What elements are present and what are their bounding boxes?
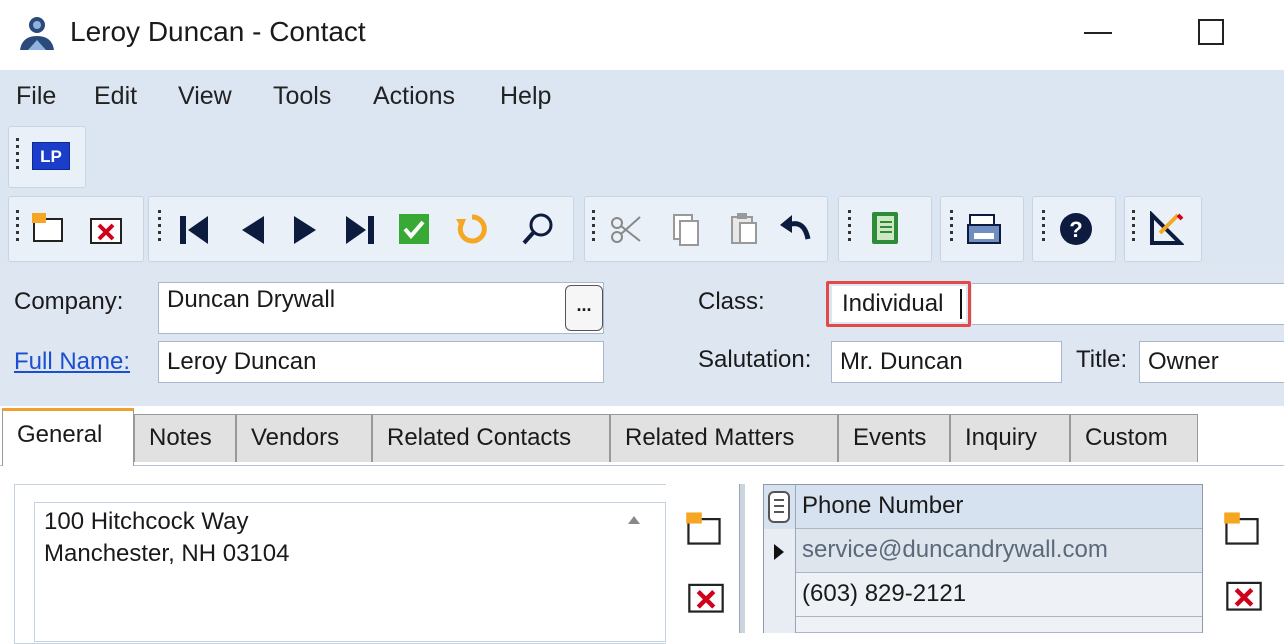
toolbar-grip[interactable]	[950, 210, 954, 245]
delete-record-icon[interactable]	[88, 211, 124, 247]
column-chooser-icon[interactable]	[766, 490, 792, 524]
class-field-extent	[972, 283, 1284, 325]
menu-file[interactable]: File	[16, 82, 56, 111]
copy-icon[interactable]	[668, 211, 704, 247]
menu-edit[interactable]: Edit	[94, 82, 137, 111]
lp-button[interactable]: LP	[32, 142, 70, 170]
toolbar-grip[interactable]	[16, 210, 20, 245]
last-record-icon[interactable]	[342, 212, 378, 248]
tab-events[interactable]: Events	[838, 414, 950, 462]
text-caret	[960, 289, 962, 319]
company-label: Company:	[14, 288, 124, 315]
grid-row-phone[interactable]: (603) 829-2121	[796, 573, 1202, 617]
scroll-up-arrow-icon[interactable]	[628, 516, 640, 524]
svg-text:?: ?	[1069, 217, 1082, 242]
toolbar-grip[interactable]	[158, 210, 162, 245]
notebook-icon[interactable]	[866, 210, 902, 246]
tab-general[interactable]: General	[2, 408, 134, 466]
grid-row-partial[interactable]	[796, 617, 1202, 633]
tab-related-matters[interactable]: Related Matters	[610, 414, 838, 462]
tab-notes[interactable]: Notes	[134, 414, 236, 462]
first-record-icon[interactable]	[176, 212, 212, 248]
company-field[interactable]: Duncan Drywall	[158, 282, 604, 334]
save-check-icon[interactable]	[396, 211, 432, 247]
toolbar-grip[interactable]	[1042, 210, 1046, 245]
salutation-field[interactable]: Mr. Duncan	[831, 341, 1062, 383]
tab-related-contacts[interactable]: Related Contacts	[372, 414, 610, 462]
current-row-pointer-icon	[774, 544, 784, 560]
toolbar-grip[interactable]	[16, 138, 20, 173]
grid-row-email[interactable]: service@duncandrywall.com	[796, 529, 1202, 573]
contact-person-icon	[20, 17, 54, 50]
window-title: Leroy Duncan - Contact	[70, 16, 366, 47]
toolbar-grip[interactable]	[592, 210, 596, 245]
cut-icon[interactable]	[608, 211, 644, 247]
previous-record-icon[interactable]	[234, 212, 270, 248]
paste-icon[interactable]	[726, 211, 762, 247]
next-record-icon[interactable]	[288, 212, 324, 248]
new-record-icon[interactable]	[30, 209, 66, 245]
title-field[interactable]: Owner	[1139, 341, 1284, 383]
title-label: Title:	[1076, 346, 1128, 373]
new-phone-icon[interactable]	[1222, 508, 1262, 548]
tab-vendors[interactable]: Vendors	[236, 414, 372, 462]
class-label: Class:	[698, 288, 765, 315]
undo-icon[interactable]	[778, 211, 814, 247]
help-icon[interactable]: ?	[1058, 211, 1094, 247]
toolbar-grip[interactable]	[1132, 210, 1136, 245]
tab-inquiry[interactable]: Inquiry	[950, 414, 1070, 462]
grid-header-phone-number[interactable]: Phone Number	[796, 485, 1202, 529]
full-name-link[interactable]: Full Name:	[14, 348, 130, 376]
grid-row-header[interactable]	[764, 617, 796, 633]
menu-actions[interactable]: Actions	[373, 82, 455, 111]
tab-custom[interactable]: Custom	[1070, 414, 1198, 462]
panel-splitter[interactable]	[739, 484, 745, 633]
menu-view[interactable]: View	[178, 82, 232, 111]
company-browse-button[interactable]: ...	[565, 285, 603, 331]
class-field[interactable]: Individual	[832, 286, 966, 322]
menu-tools[interactable]: Tools	[273, 82, 331, 111]
delete-address-icon[interactable]	[686, 576, 726, 616]
design-ruler-icon[interactable]	[1148, 211, 1184, 247]
menu-help[interactable]: Help	[500, 82, 551, 111]
address-line-1: 100 Hitchcock Way	[44, 508, 249, 535]
refresh-icon[interactable]	[454, 211, 490, 247]
search-icon[interactable]	[520, 211, 556, 247]
toolbar-grip[interactable]	[848, 210, 852, 245]
full-name-field[interactable]: Leroy Duncan	[158, 341, 604, 383]
delete-phone-icon[interactable]	[1224, 574, 1264, 614]
new-address-icon[interactable]	[684, 508, 724, 548]
minimize-button[interactable]	[1084, 32, 1112, 34]
salutation-label: Salutation:	[698, 346, 812, 373]
address-line-2: Manchester, NH 03104	[44, 540, 290, 567]
maximize-button[interactable]	[1198, 19, 1224, 45]
grid-row-header[interactable]	[764, 573, 796, 617]
print-icon[interactable]	[966, 211, 1002, 247]
